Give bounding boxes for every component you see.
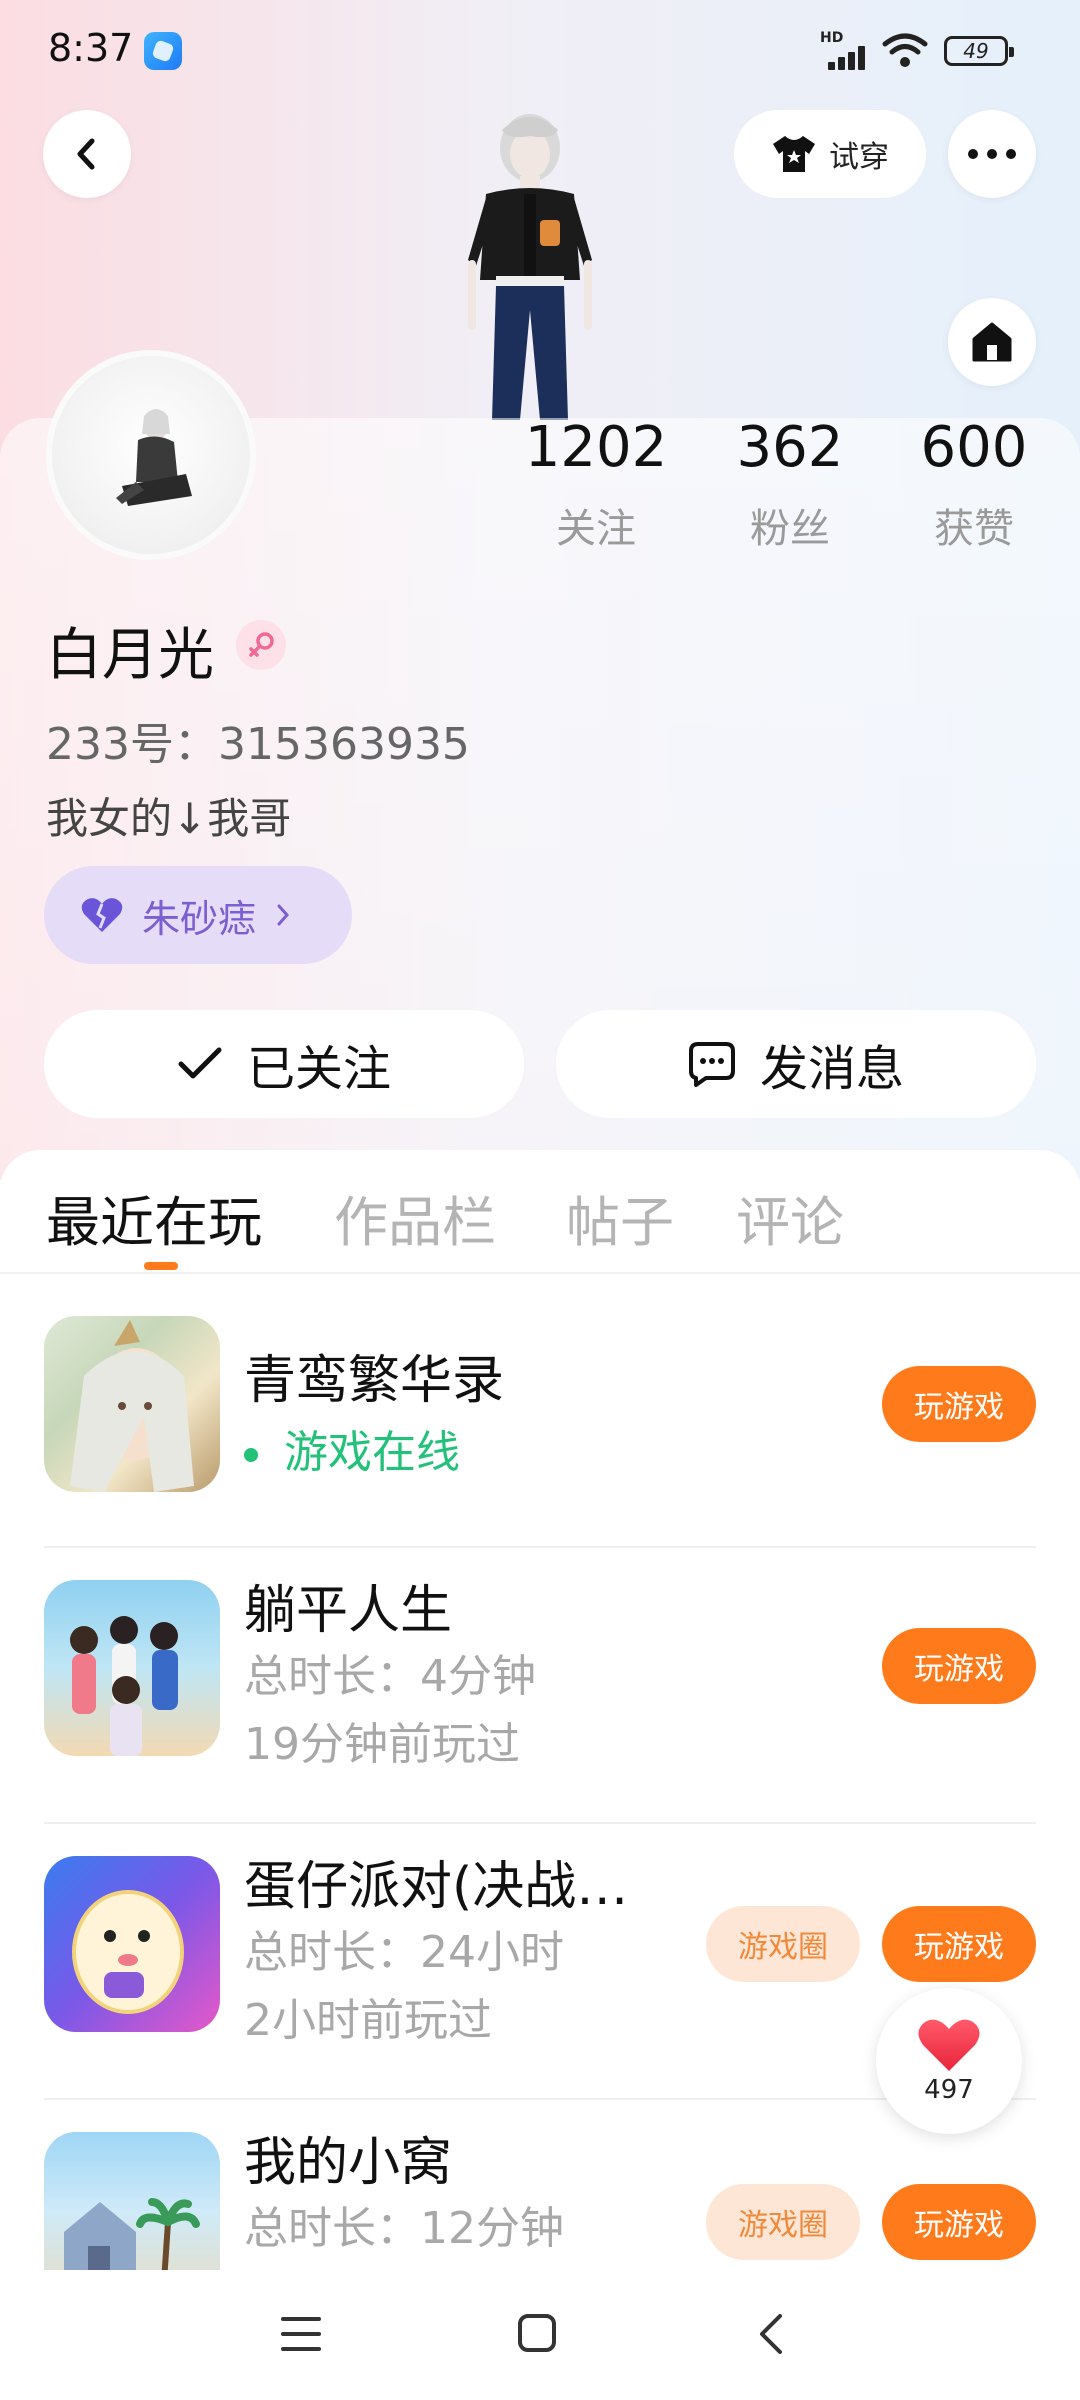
tab-recently-played[interactable]: 最近在玩 (46, 1178, 262, 1257)
chat-icon (688, 1042, 735, 1087)
broken-heart-icon (81, 898, 123, 932)
like-count: 497 (924, 2075, 974, 2105)
game-icon-tangping (44, 1580, 220, 1756)
tab-posts[interactable]: 帖子 (566, 1178, 674, 1257)
try-on-label: 试穿 (829, 140, 889, 175)
game-title: 我的小窝 (244, 2133, 453, 2193)
followed-button[interactable]: 已关注 (44, 1010, 524, 1118)
chevron-left-icon (77, 138, 95, 170)
stat-fans[interactable]: 362 粉丝 (700, 420, 880, 554)
relation-tag-label: 朱砂痣 (142, 896, 257, 941)
game-icon-qingluan (44, 1316, 220, 1492)
menu-icon[interactable] (280, 2314, 322, 2354)
likes-count: 600 (920, 415, 1028, 480)
game-title: 青鸾繁华录 (244, 1351, 505, 1411)
avatar-figure[interactable] (440, 110, 620, 420)
game-circle-button[interactable]: 游戏圈 (706, 2184, 860, 2260)
signal-icon (822, 44, 872, 70)
game-duration: 总时长：12分钟 (244, 2203, 564, 2254)
online-dot-icon (244, 1448, 258, 1462)
game-icon-my-nest (44, 2132, 220, 2270)
try-on-button[interactable]: 试穿 (734, 110, 926, 198)
fans-label: 粉丝 (750, 506, 830, 552)
fans-count: 362 (736, 415, 844, 480)
play-game-button[interactable]: 玩游戏 (882, 1366, 1036, 1442)
tshirt-icon (773, 136, 815, 172)
game-online-status: 游戏在线 (244, 1416, 460, 1480)
home-icon (972, 322, 1012, 362)
user-id: 233号：315363935 (46, 719, 470, 770)
check-icon (178, 1047, 222, 1079)
game-icon-eggy-party (44, 1856, 220, 2032)
female-icon (236, 620, 286, 670)
stat-following[interactable]: 1202 关注 (506, 420, 686, 554)
online-status-text: 游戏在线 (284, 1427, 460, 1478)
game-title: 躺平人生 (244, 1581, 453, 1641)
game-title: 蛋仔派对(决战… (244, 1857, 629, 1917)
avatar[interactable] (46, 350, 256, 560)
game-duration: 总时长：4分钟 (244, 1651, 536, 1702)
followed-label: 已关注 (246, 1041, 391, 1097)
tab-indicator (144, 1262, 178, 1270)
relation-tag[interactable]: 朱砂痣 (44, 866, 352, 964)
back-button[interactable] (43, 110, 131, 198)
like-button[interactable]: 497 (876, 1988, 1022, 2134)
system-nav-bar (0, 2270, 1080, 2400)
game-last-played: 2小时前玩过 (244, 1995, 492, 2046)
following-count: 1202 (524, 415, 668, 480)
nav-back-icon[interactable] (756, 2312, 786, 2356)
following-label: 关注 (556, 506, 636, 552)
home-square-icon[interactable] (516, 2312, 558, 2354)
play-game-button[interactable]: 玩游戏 (882, 2184, 1036, 2260)
battery-icon: 49 (944, 36, 1014, 66)
game-last-played: 19分钟前玩过 (244, 1719, 520, 1770)
list-item[interactable]: 青鸾繁华录 游戏在线 玩游戏 (0, 1272, 1080, 1548)
profile-bio: 我女的↓我哥 (46, 794, 292, 843)
play-game-button[interactable]: 玩游戏 (882, 1628, 1036, 1704)
send-message-button[interactable]: 发消息 (556, 1010, 1036, 1118)
profile-name: 白月光 (46, 623, 214, 688)
home-button[interactable] (948, 298, 1036, 386)
avatar-image (116, 409, 192, 506)
send-message-label: 发消息 (759, 1041, 904, 1097)
app-notification-icon (144, 32, 182, 70)
likes-label: 获赞 (934, 506, 1014, 552)
tab-comments[interactable]: 评论 (736, 1178, 844, 1257)
status-time: 8:37 (48, 26, 134, 70)
stat-likes[interactable]: 600 获赞 (884, 420, 1064, 554)
game-duration: 总时长：24小时 (244, 1927, 564, 1978)
more-icon (968, 149, 1016, 159)
wifi-icon (882, 33, 928, 67)
tab-works[interactable]: 作品栏 (334, 1178, 496, 1257)
more-button[interactable] (948, 110, 1036, 198)
status-bar: 8:37 HD 49 (0, 0, 1080, 100)
heart-icon (918, 2019, 980, 2071)
play-game-button[interactable]: 玩游戏 (882, 1906, 1036, 1982)
list-item[interactable]: 躺平人生 总时长：4分钟 19分钟前玩过 玩游戏 (0, 1548, 1080, 1824)
game-circle-button[interactable]: 游戏圈 (706, 1906, 860, 1982)
chevron-right-icon (277, 904, 290, 926)
